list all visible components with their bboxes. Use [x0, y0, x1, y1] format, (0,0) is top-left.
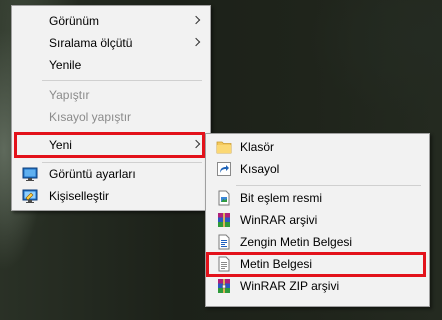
bitmap-image-icon — [216, 190, 232, 206]
menu-item-label: Kısayol yapıştır — [49, 110, 132, 124]
menu-item-paste[interactable]: Yapıştır — [13, 84, 209, 106]
new-submenu: Klasör Kısayol Bit eşlem resmi WinRAR ar… — [205, 133, 430, 307]
menu-item-refresh[interactable]: Yenile — [13, 54, 209, 76]
highlight-text-document-item — [206, 252, 426, 277]
highlight-new-item — [14, 132, 205, 158]
folder-icon — [216, 139, 232, 155]
menu-separator — [42, 80, 202, 81]
shortcut-icon — [216, 161, 232, 177]
submenu-item-label: Klasör — [240, 140, 275, 154]
menu-item-label: Görünüm — [49, 14, 100, 28]
menu-item-label: Sıralama ölçütü — [49, 36, 133, 50]
submenu-item-rich-text-document[interactable]: Zengin Metin Belgesi — [207, 231, 428, 253]
submenu-item-label: Kısayol — [240, 162, 280, 176]
submenu-item-label: Bit eşlem resmi — [240, 191, 323, 205]
winrar-zip-archive-icon — [216, 278, 232, 294]
menu-item-label: Yapıştır — [49, 88, 90, 102]
submenu-item-shortcut[interactable]: Kısayol — [207, 158, 428, 180]
chevron-right-icon — [191, 37, 201, 47]
submenu-item-label: WinRAR arşivi — [240, 213, 318, 227]
submenu-item-winrar-zip-archive[interactable]: WinRAR ZIP arşivi — [207, 275, 428, 297]
menu-item-display-settings[interactable]: Görüntü ayarları — [13, 163, 209, 185]
chevron-right-icon — [191, 15, 201, 25]
winrar-archive-icon — [216, 212, 232, 228]
menu-separator — [236, 185, 421, 186]
submenu-item-folder[interactable]: Klasör — [207, 136, 428, 158]
menu-item-label: Yenile — [49, 58, 82, 72]
submenu-item-winrar-archive[interactable]: WinRAR arşivi — [207, 209, 428, 231]
submenu-item-bitmap-image[interactable]: Bit eşlem resmi — [207, 187, 428, 209]
menu-item-label: Kişiselleştir — [49, 189, 110, 203]
rich-text-document-icon — [216, 234, 232, 250]
menu-item-sort-by[interactable]: Sıralama ölçütü — [13, 32, 209, 54]
menu-item-label: Görüntü ayarları — [49, 167, 136, 181]
submenu-item-label: WinRAR ZIP arşivi — [240, 279, 340, 293]
menu-item-paste-shortcut[interactable]: Kısayol yapıştır — [13, 106, 209, 128]
menu-item-view[interactable]: Görünüm — [13, 10, 209, 32]
display-settings-icon — [22, 166, 38, 182]
menu-item-personalize[interactable]: Kişiselleştir — [13, 185, 209, 207]
desktop-context-menu: Görünüm Sıralama ölçütü Yenile Yapıştır … — [11, 5, 211, 211]
submenu-item-label: Zengin Metin Belgesi — [240, 235, 353, 249]
personalize-icon — [22, 188, 38, 204]
